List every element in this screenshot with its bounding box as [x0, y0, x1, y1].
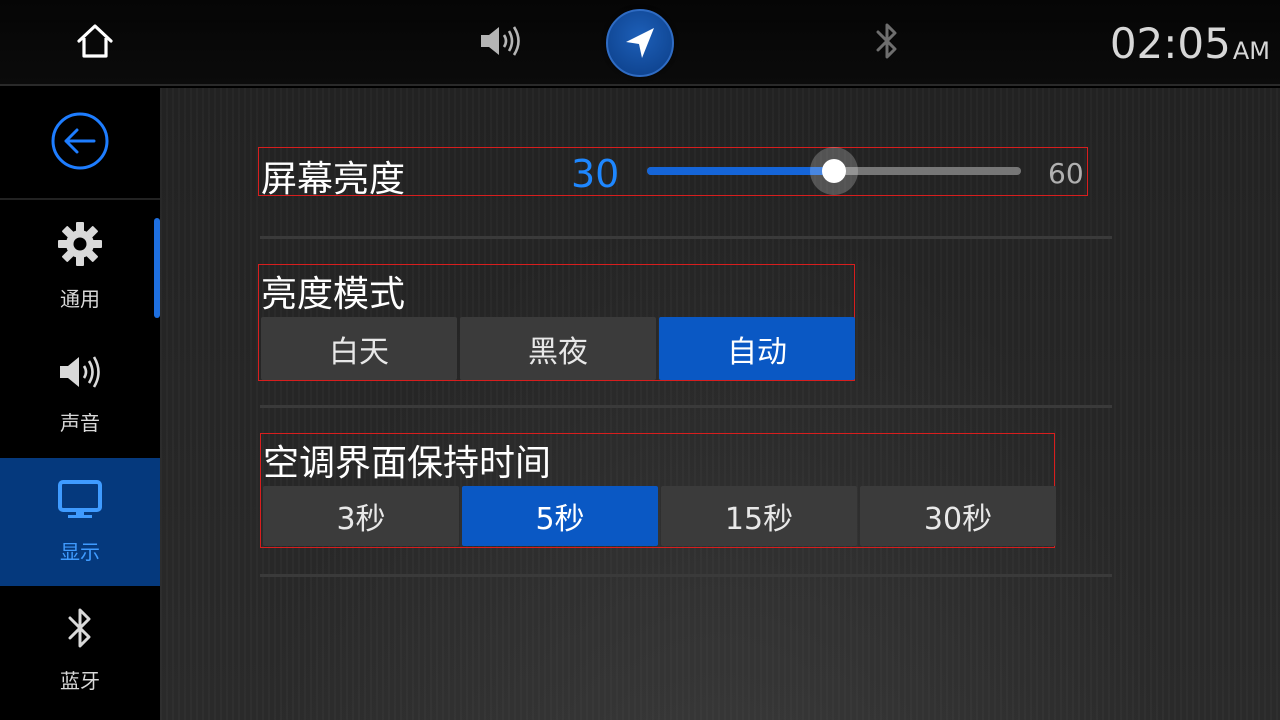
clock-time: 02:05 — [1109, 18, 1231, 68]
mode-option-auto[interactable]: 自动 — [659, 317, 855, 380]
navigation-arrow-icon — [606, 9, 674, 77]
home-button[interactable] — [60, 0, 130, 86]
ac-screen-timeout-setting: 空调界面保持时间 3秒 5秒 15秒 30秒 — [260, 433, 1056, 548]
brightness-slider-thumb[interactable] — [810, 147, 858, 195]
sidebar-item-label: 通用 — [60, 287, 100, 311]
clock: 02:05 AM — [1110, 0, 1270, 86]
back-arrow-icon — [50, 111, 110, 175]
volume-icon — [478, 23, 524, 63]
volume-button[interactable] — [466, 0, 536, 86]
sidebar-item-label: 蓝牙 — [60, 669, 100, 693]
monitor-icon — [57, 479, 103, 526]
mode-option-night[interactable]: 黑夜 — [460, 317, 656, 380]
section-divider — [260, 236, 1112, 239]
timeout-option-3s[interactable]: 3秒 — [263, 486, 459, 546]
speaker-icon — [57, 352, 103, 397]
settings-sidebar: 通用 声音 显示 蓝牙 — [0, 88, 160, 720]
sidebar-item-label: 显示 — [60, 540, 100, 564]
brightness-setting: 屏幕亮度 30 60 — [258, 147, 1088, 200]
clock-ampm: AM — [1232, 37, 1270, 65]
back-button[interactable] — [0, 88, 160, 200]
ac-screen-timeout-options: 3秒 5秒 15秒 30秒 — [263, 486, 1056, 546]
brightness-slider[interactable] — [647, 147, 1021, 195]
home-icon — [75, 22, 115, 64]
navigation-button[interactable] — [604, 0, 676, 86]
timeout-option-30s[interactable]: 30秒 — [860, 486, 1056, 546]
timeout-option-15s[interactable]: 15秒 — [661, 486, 857, 546]
display-settings-panel: 屏幕亮度 30 60 亮度模式 白天 黑夜 自动 空调界面保持时间 3秒 5秒 … — [160, 88, 1280, 720]
top-status-bar: 02:05 AM — [0, 0, 1280, 86]
brightness-max-value: 60 — [1048, 157, 1084, 190]
timeout-option-5s[interactable]: 5秒 — [462, 486, 658, 546]
section-divider — [260, 405, 1112, 408]
brightness-mode-setting: 亮度模式 白天 黑夜 自动 — [258, 264, 855, 381]
ac-screen-timeout-title: 空调界面保持时间 — [263, 443, 552, 484]
section-divider — [260, 574, 1112, 577]
brightness-slider-fill — [647, 167, 834, 175]
gear-icon — [56, 220, 104, 273]
brightness-value: 30 — [571, 152, 620, 196]
sidebar-item-general[interactable]: 通用 — [0, 202, 160, 330]
bluetooth-icon — [873, 21, 901, 65]
bluetooth-status[interactable] — [852, 0, 922, 86]
mode-option-day[interactable]: 白天 — [261, 317, 457, 380]
sidebar-item-label: 声音 — [60, 411, 100, 435]
sidebar-item-bluetooth[interactable]: 蓝牙 — [0, 586, 160, 714]
brightness-mode-title: 亮度模式 — [261, 274, 406, 315]
sidebar-item-display[interactable]: 显示 — [0, 458, 160, 586]
brightness-mode-options: 白天 黑夜 自动 — [261, 317, 855, 380]
sidebar-item-sound[interactable]: 声音 — [0, 330, 160, 458]
bluetooth-icon — [65, 606, 95, 655]
slider-thumb-dot — [822, 159, 846, 183]
brightness-label: 屏幕亮度 — [261, 159, 406, 200]
